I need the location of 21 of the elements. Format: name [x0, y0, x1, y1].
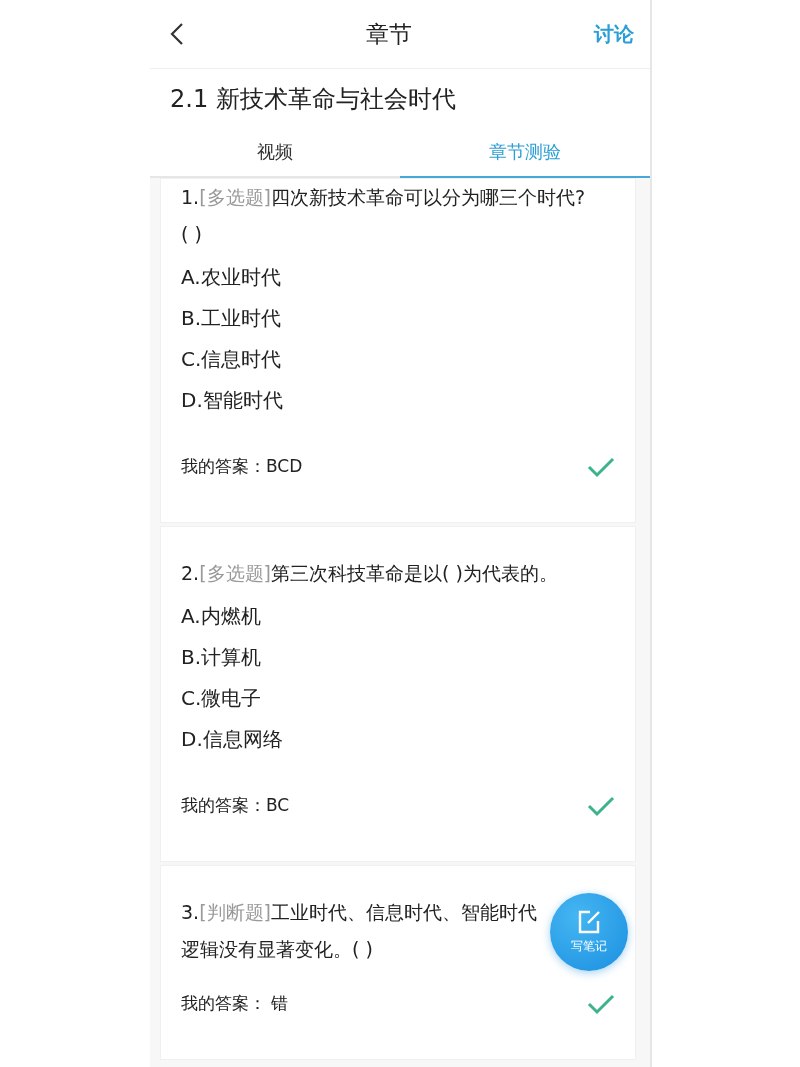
discuss-link[interactable]: 讨论 — [594, 20, 634, 48]
my-answer: 我的答案： 错 — [181, 992, 289, 1015]
answer-option: A.农业时代 — [181, 257, 617, 298]
chapter-title: 2.1 新技术革命与社会时代 — [150, 69, 650, 127]
back-icon[interactable] — [170, 22, 184, 46]
answer-option: D.智能时代 — [181, 380, 617, 421]
answer-option: D.信息网络 — [181, 719, 617, 760]
answer-option: B.计算机 — [181, 637, 617, 678]
my-answer: 我的答案：BC — [181, 794, 290, 817]
answer-option: C.微电子 — [181, 678, 617, 719]
tab[interactable]: 视频 — [150, 127, 400, 178]
question-text: 1.[多选题]四次新技术革命可以分为哪三个时代?( ) — [181, 185, 587, 247]
answer-option: A.内燃机 — [181, 596, 617, 637]
my-answer: 我的答案：BCD — [181, 455, 303, 478]
answer-option: C.信息时代 — [181, 339, 617, 380]
answer-option: B.工业时代 — [181, 298, 617, 339]
question-text: 3.[判断题]工业时代、信息时代、智能时代 — [181, 900, 538, 925]
edit-icon — [576, 909, 602, 935]
question-text: 逻辑没有显著变化。( ) — [181, 937, 373, 962]
question-text: 2.[多选题]第三次科技革命是以( )为代表的。 — [181, 561, 559, 586]
page-title: 章节 — [366, 19, 412, 49]
